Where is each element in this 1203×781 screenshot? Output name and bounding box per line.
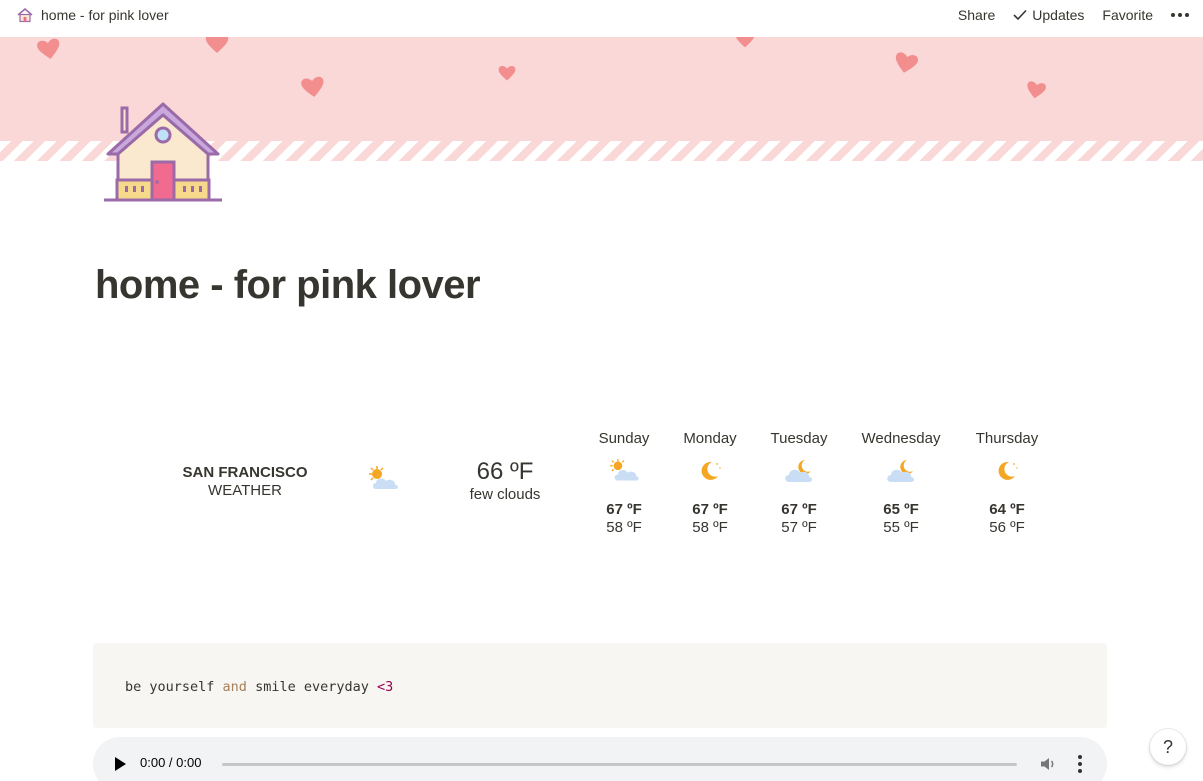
day-high: 64 ºF [989,501,1025,518]
moon-cloud-icon [887,460,914,482]
heart-icon [37,38,60,59]
more-options-icon[interactable] [1171,13,1189,17]
forecast-day: Wednesday 65 ºF 55 ºF [851,430,951,537]
day-low: 58 ºF [692,519,728,536]
forecast-day: Sunday 67 ºF 58 ºF [574,430,674,537]
day-low: 58 ºF [606,519,642,536]
weather-widget: SAN FRANCISCO WEATHER 66 ºF few clouds S… [0,420,1203,550]
breadcrumb-title: home - for pink lover [41,7,169,23]
favorite-button[interactable]: Favorite [1102,7,1153,23]
moon-icon [701,461,721,480]
day-high: 67 ºF [781,501,817,518]
share-button[interactable]: Share [958,7,995,23]
code-block[interactable]: be yourself and smile everyday <3 [93,643,1107,728]
play-icon[interactable] [115,757,126,771]
favorite-label: Favorite [1102,7,1153,23]
audio-time: 0:00 / 0:00 [140,755,202,770]
day-name: Monday [683,430,737,447]
day-high: 67 ºF [606,501,642,518]
day-name: Wednesday [861,430,941,447]
sun-cloud-icon [610,458,639,481]
code-line: be yourself and smile everyday <3 [125,679,393,695]
day-name: Thursday [975,430,1039,447]
forecast-day: Thursday 64 ºF 56 ºF [957,430,1057,537]
heart-icon [736,37,754,48]
moon-cloud-icon [785,460,812,482]
breadcrumb[interactable]: home - for pink lover [16,6,169,24]
day-name: Tuesday [770,430,828,447]
code-operator: <3 [376,679,394,695]
forecast-day: Monday 67 ºF 58 ºF [660,430,760,537]
forecast-day: Tuesday 67 ºF 57 ºF [749,430,849,537]
heart-icon [301,76,324,97]
updates-label: Updates [1032,7,1085,23]
weather-location: SAN FRANCISCO WEATHER [170,464,320,500]
heart-icon [1027,81,1046,99]
volume-icon[interactable] [1039,755,1057,773]
top-actions: Share Updates Favorite [958,7,1189,23]
city-name: SAN FRANCISCO [182,464,308,481]
day-high: 65 ºF [883,501,919,518]
code-text: smile everyday [246,679,377,695]
house-icon [17,7,33,23]
day-name: Sunday [598,430,650,447]
current-description: few clouds [469,486,541,503]
check-icon [1013,9,1027,21]
day-high: 67 ºF [692,501,728,518]
updates-button[interactable]: Updates [1013,7,1084,23]
help-button[interactable]: ? [1150,729,1186,765]
weather-label: WEATHER [208,482,282,499]
code-text: be yourself [125,679,223,695]
heart-icon [895,52,919,73]
moon-icon [998,461,1018,480]
code-keyword: and [222,679,247,695]
heart-icon [498,65,516,81]
audio-more-icon[interactable] [1077,755,1083,773]
house-page-icon[interactable] [100,100,226,206]
top-bar: home - for pink lover Share Updates Favo… [0,0,1203,30]
day-low: 56 ºF [989,519,1025,536]
page-title[interactable]: home - for pink lover [95,263,481,308]
audio-player: 0:00 / 0:00 [93,737,1107,781]
current-weather: 66 ºF few clouds [455,458,555,504]
day-low: 55 ºF [883,519,919,536]
day-low: 57 ºF [781,519,817,536]
heart-icon [205,37,229,53]
current-temp: 66 ºF [476,458,534,485]
audio-progress-slider[interactable] [222,763,1017,766]
share-label: Share [957,7,996,23]
sun-cloud-icon [369,466,398,489]
